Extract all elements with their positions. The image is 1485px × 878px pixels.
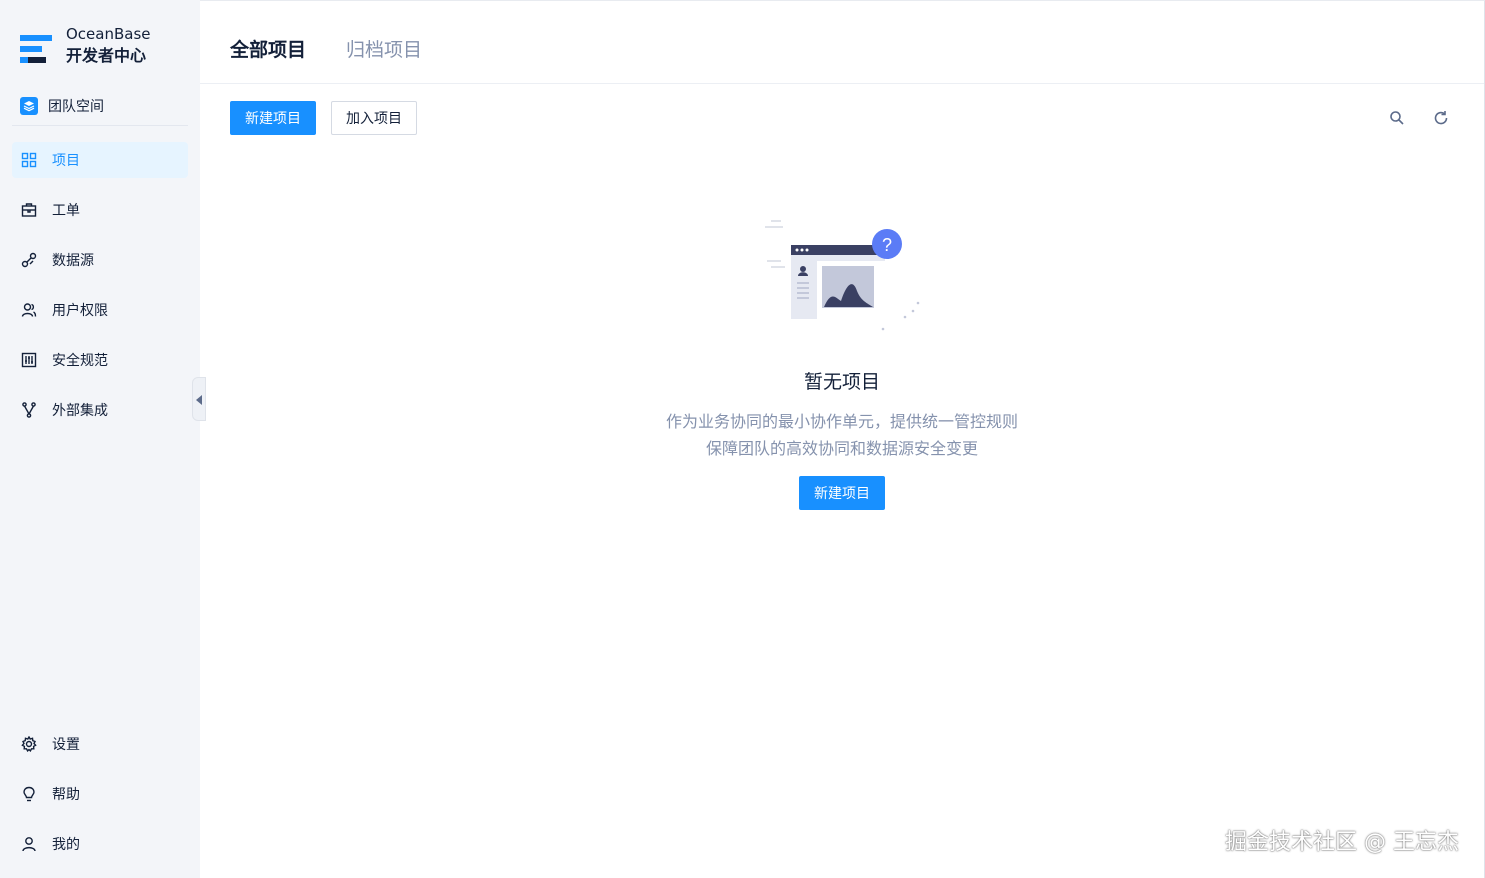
fork-icon	[20, 401, 38, 419]
refresh-icon[interactable]	[1430, 107, 1452, 129]
brand[interactable]: OceanBase 开发者中心	[20, 20, 151, 70]
grid-icon	[20, 151, 38, 169]
brand-name: OceanBase	[66, 24, 151, 43]
empty-state: ? 暂无项目 作为业务协同的最小协作单元，提供统一管控规则 保障团队的高效协同和…	[200, 211, 1484, 510]
tabs-divider	[200, 83, 1484, 84]
sidebar-item-label: 设置	[52, 737, 80, 753]
sidebar-item-label: 外部集成	[52, 403, 108, 419]
sidebar-nav: 项目 工单 数据源 用户权限 安全规范 外部集成	[12, 142, 188, 442]
sidebar-item-label: 安全规范	[52, 353, 108, 369]
tab-archived-projects[interactable]: 归档项目	[346, 35, 422, 62]
bulb-icon	[20, 785, 38, 803]
sidebar-item-label: 项目	[52, 153, 80, 169]
link-icon	[20, 251, 38, 269]
sidebar-bottom-nav: 设置 帮助 我的	[12, 726, 188, 876]
layers-icon	[20, 96, 38, 115]
sidebar-item-datasource[interactable]: 数据源	[12, 242, 188, 278]
users-icon	[20, 301, 38, 319]
sidebar-item-label: 用户权限	[52, 303, 108, 319]
empty-create-project-button[interactable]: 新建项目	[799, 476, 885, 510]
tab-all-projects[interactable]: 全部项目	[230, 35, 306, 62]
toolbar-actions	[1386, 107, 1474, 129]
sidebar-item-settings[interactable]: 设置	[12, 726, 188, 762]
empty-description: 作为业务协同的最小协作单元，提供统一管控规则 保障团队的高效协同和数据源安全变更	[666, 408, 1018, 462]
team-space-selector[interactable]: 团队空间	[12, 86, 188, 126]
sidebar-item-label: 帮助	[52, 787, 80, 803]
search-icon[interactable]	[1386, 107, 1408, 129]
sidebar-item-project[interactable]: 项目	[12, 142, 188, 178]
project-tabs: 全部项目 归档项目	[230, 35, 462, 62]
briefcase-icon	[20, 201, 38, 219]
sidebar-item-help[interactable]: 帮助	[12, 776, 188, 812]
empty-description-line: 保障团队的高效协同和数据源安全变更	[705, 439, 978, 458]
sidebar: OceanBase 开发者中心 团队空间 项目 工单 数据源 用户权限 安全规范…	[0, 0, 200, 878]
create-project-button[interactable]: 新建项目	[230, 101, 316, 135]
sidebar-item-user-permission[interactable]: 用户权限	[12, 292, 188, 328]
watermark: 掘金技术社区 @ 王忘杰	[1225, 830, 1459, 855]
gear-icon	[20, 735, 38, 753]
sidebar-item-ticket[interactable]: 工单	[12, 192, 188, 228]
sidebar-item-label: 数据源	[52, 253, 94, 269]
sidebar-item-security[interactable]: 安全规范	[12, 342, 188, 378]
empty-illustration: ?	[765, 220, 920, 331]
sidebar-item-label: 工单	[52, 203, 80, 219]
toolbar: 新建项目 加入项目	[230, 101, 417, 135]
sidebar-item-profile[interactable]: 我的	[12, 826, 188, 862]
empty-title: 暂无项目	[803, 371, 880, 393]
join-project-button[interactable]: 加入项目	[331, 101, 417, 135]
oceanbase-logo-icon	[20, 27, 54, 63]
user-icon	[20, 835, 38, 853]
sidebar-item-label: 我的	[52, 837, 80, 853]
empty-description-line: 作为业务协同的最小协作单元，提供统一管控规则	[665, 412, 1018, 431]
svg-text:?: ?	[882, 235, 892, 255]
brand-subtitle: 开发者中心	[66, 45, 147, 65]
sidebar-item-integration[interactable]: 外部集成	[12, 392, 188, 428]
team-space-label: 团队空间	[48, 98, 104, 115]
sliders-icon	[20, 351, 38, 369]
main-content: 全部项目 归档项目 新建项目 加入项目 ? 暂无项目 作为业务协同的最小协作单元…	[200, 0, 1485, 878]
